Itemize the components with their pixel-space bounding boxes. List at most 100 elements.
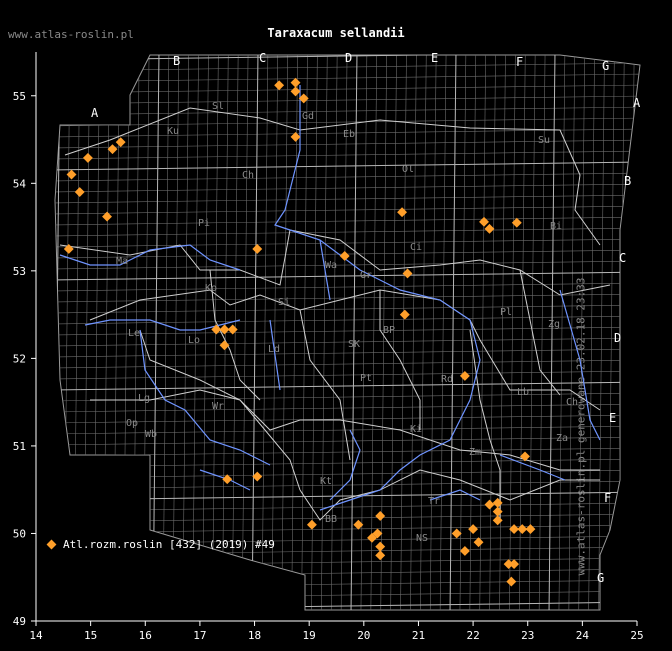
grid-line-h bbox=[55, 370, 640, 380]
occurrence-point bbox=[492, 515, 503, 526]
region-label: Ci bbox=[410, 242, 422, 253]
region-label: Zg bbox=[548, 319, 560, 330]
y-tick-label: 54 bbox=[13, 177, 27, 190]
occurrence-point bbox=[115, 137, 126, 148]
occurrence-point bbox=[375, 511, 386, 521]
y-tick-label: 53 bbox=[13, 265, 26, 278]
grid-line-h bbox=[55, 590, 640, 600]
row-letter: G bbox=[597, 571, 604, 585]
grid-line-h bbox=[55, 183, 640, 193]
column-letter: F bbox=[516, 55, 523, 69]
region-label: NS bbox=[416, 533, 428, 544]
occurrence-point bbox=[219, 340, 230, 351]
river-line bbox=[559, 289, 601, 441]
grid-line-v bbox=[182, 55, 189, 610]
grid-line-v bbox=[63, 55, 71, 610]
region-border bbox=[379, 290, 421, 430]
occurrence-point bbox=[459, 546, 470, 556]
grid-line-v bbox=[479, 55, 486, 610]
row-letter: C bbox=[619, 251, 626, 265]
occurrence-point bbox=[509, 559, 520, 570]
rivers bbox=[59, 85, 601, 511]
region-label: Tr bbox=[428, 496, 440, 507]
region-label: Wb bbox=[145, 429, 157, 440]
column-letter: E bbox=[431, 51, 438, 65]
region-label: Lg bbox=[138, 393, 150, 404]
grid-line-v bbox=[429, 55, 437, 610]
column-letter: A bbox=[91, 106, 99, 120]
grid-line-h bbox=[55, 359, 640, 369]
region-label: Lo bbox=[188, 335, 200, 346]
grid-line-h bbox=[55, 117, 640, 127]
river-line bbox=[499, 454, 566, 481]
grid-line-h bbox=[55, 348, 640, 358]
grid-line-h bbox=[55, 260, 640, 270]
grid-major-h bbox=[55, 491, 640, 501]
occurrence-point bbox=[306, 519, 317, 530]
grid-line-h bbox=[55, 414, 640, 424]
region-label: Za bbox=[556, 433, 568, 444]
occurrence-point bbox=[468, 524, 479, 535]
distribution-map: SlKuGdEbSuChOlPi BiCiWaGrMaKoSiPlZgLeLoBP… bbox=[13, 51, 644, 642]
grid-line-h bbox=[55, 95, 640, 105]
grid-line-h bbox=[55, 73, 640, 83]
grid-line-v bbox=[578, 55, 585, 610]
occurrence-point bbox=[107, 144, 118, 155]
grid-major-v bbox=[152, 55, 160, 610]
y-tick-label: 55 bbox=[13, 90, 26, 103]
grid-line-v bbox=[598, 55, 605, 610]
grid-line-v bbox=[73, 55, 81, 610]
grid-major-h bbox=[55, 381, 640, 391]
region-label: BB bbox=[325, 514, 337, 525]
column-letter: D bbox=[345, 51, 352, 65]
occurrence-point bbox=[397, 207, 408, 218]
region-label: Kt bbox=[320, 476, 332, 487]
grid-line-v bbox=[489, 55, 496, 610]
occurrence-point bbox=[290, 86, 301, 97]
x-tick-label: 16 bbox=[139, 629, 152, 642]
region-label: Gd bbox=[302, 111, 314, 122]
region-label: Ku bbox=[167, 126, 179, 137]
grid-line-h bbox=[55, 513, 640, 523]
x-tick-label: 20 bbox=[357, 629, 370, 642]
grid-line-h bbox=[55, 557, 640, 567]
grid-line-v bbox=[499, 55, 506, 610]
river-line bbox=[329, 429, 361, 501]
y-tick-label: 49 bbox=[13, 615, 26, 628]
y-tick-label: 50 bbox=[13, 527, 26, 540]
occurrence-point bbox=[339, 251, 350, 261]
row-letter: A bbox=[633, 96, 641, 110]
grid-line-h bbox=[55, 579, 640, 589]
occurrence-point bbox=[506, 576, 517, 587]
occurrence-point bbox=[375, 541, 386, 552]
grid-line-h bbox=[55, 524, 640, 534]
region-label: Ld bbox=[268, 344, 280, 355]
grid-line-v bbox=[330, 55, 338, 610]
region-label: BP bbox=[383, 325, 395, 336]
y-tick-label: 52 bbox=[13, 352, 26, 365]
x-tick-label: 22 bbox=[466, 629, 479, 642]
x-tick-label: 23 bbox=[521, 629, 534, 642]
region-label: Gr bbox=[360, 270, 372, 281]
grid-line-h bbox=[55, 447, 640, 457]
occurrence-point bbox=[274, 80, 285, 91]
grid-line-v bbox=[142, 55, 150, 610]
grid-line-v bbox=[281, 55, 288, 610]
region-label: SK bbox=[348, 339, 360, 350]
region-border bbox=[519, 269, 561, 396]
region-label: Op bbox=[126, 418, 138, 429]
occurrence-point bbox=[66, 169, 77, 180]
occurrence-point bbox=[74, 187, 85, 198]
x-tick-label: 19 bbox=[303, 629, 316, 642]
column-letter: C bbox=[259, 51, 266, 65]
region-labels: Sl Ku Gd Eb Su Ch Ol Pi Bi Ci Wa Gr Ma Ko Si Pl Zg Le Lo BP… bbox=[116, 101, 578, 544]
occurrence-point bbox=[227, 324, 238, 335]
grid-line-h bbox=[55, 172, 640, 182]
region-label: Wr bbox=[212, 401, 224, 412]
occurrence-point bbox=[399, 309, 410, 320]
occurrence-point bbox=[82, 152, 93, 163]
row-letter: F bbox=[604, 491, 611, 505]
grid-line-v bbox=[400, 55, 407, 610]
legend-marker bbox=[46, 539, 57, 550]
grid-line-v bbox=[420, 55, 427, 610]
